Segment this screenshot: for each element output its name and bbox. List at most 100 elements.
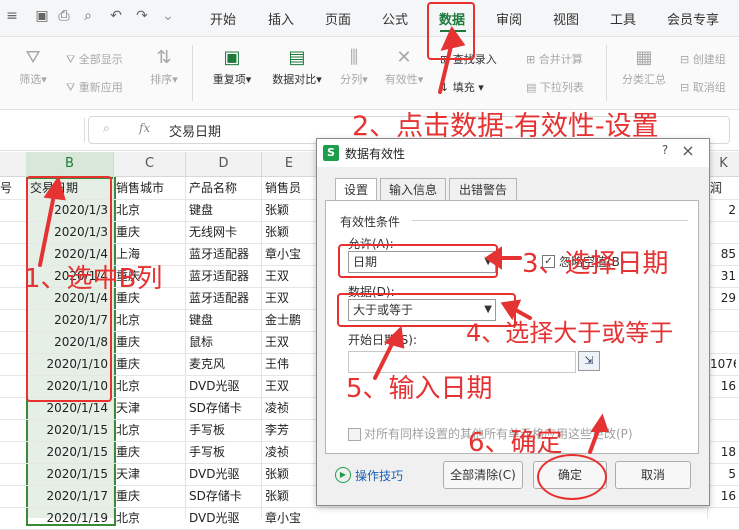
- cancel-button[interactable]: 取消: [615, 461, 691, 489]
- cell-k[interactable]: 29: [710, 287, 736, 309]
- cell-product[interactable]: 键盘: [189, 199, 261, 221]
- tab-insert[interactable]: 插入: [268, 9, 294, 28]
- cell-k[interactable]: 16: [710, 375, 736, 397]
- fx-icon[interactable]: fx: [139, 121, 150, 135]
- cell-seller[interactable]: 金士鹏: [265, 309, 315, 331]
- sort-button[interactable]: ⇅ 排序▾: [144, 47, 184, 87]
- cell-city[interactable]: 天津: [116, 397, 184, 419]
- preview-icon[interactable]: ⌕: [80, 8, 96, 24]
- tab-tools[interactable]: 工具: [610, 9, 636, 28]
- cell-a-header[interactable]: 号: [0, 177, 24, 199]
- dialog-titlebar[interactable]: S 数据有效性 ? ×: [317, 139, 709, 167]
- cell-seller[interactable]: 凌祯: [265, 441, 315, 463]
- ungroup-button[interactable]: ⊟ 取消组: [680, 79, 726, 95]
- print-icon[interactable]: ⎙: [56, 8, 72, 24]
- tab-member[interactable]: 会员专享: [667, 9, 719, 28]
- subtotal-button[interactable]: ▦ 分类汇总: [616, 47, 672, 87]
- cell-date[interactable]: 2020/1/17: [28, 485, 108, 507]
- fill-button[interactable]: ↓ 填充 ▾: [440, 79, 484, 95]
- cell-product[interactable]: 鼠标: [189, 331, 261, 353]
- zoom-icon[interactable]: ⌕: [103, 121, 110, 136]
- undo-icon[interactable]: ↶: [108, 8, 124, 24]
- cell-date[interactable]: 2020/1/15: [28, 463, 108, 485]
- column-header-b[interactable]: B: [26, 152, 114, 176]
- cell-product-header[interactable]: 产品名称: [189, 177, 261, 199]
- cell-product[interactable]: 蓝牙适配器: [189, 265, 261, 287]
- split-button[interactable]: ⫼ 分列▾: [334, 47, 374, 87]
- cell-date[interactable]: 2020/1/15: [28, 441, 108, 463]
- menu-icon[interactable]: ≡: [4, 8, 20, 24]
- cell-k[interactable]: 1076: [710, 353, 736, 375]
- tab-review[interactable]: 审阅: [496, 9, 522, 28]
- show-all-button[interactable]: ⛛ 全部显示: [66, 51, 123, 67]
- cell-seller-header[interactable]: 销售员: [265, 177, 315, 199]
- duplicates-button[interactable]: ▣ 重复项▾: [204, 47, 260, 87]
- cell-seller[interactable]: 章小宝: [265, 243, 315, 265]
- clear-all-button[interactable]: 全部清除(C): [443, 461, 523, 489]
- create-group-button[interactable]: ⊟ 创建组: [680, 51, 726, 67]
- compare-button[interactable]: ▤ 数据对比▾: [264, 47, 330, 87]
- reapply-button[interactable]: ⛛ 重新应用: [66, 79, 123, 95]
- cell-city[interactable]: 重庆: [116, 441, 184, 463]
- cell-city[interactable]: 北京: [116, 507, 184, 529]
- cell-seller[interactable]: 章小宝: [265, 507, 315, 529]
- cell-product[interactable]: 蓝牙适配器: [189, 243, 261, 265]
- cell-city[interactable]: 北京: [116, 419, 184, 441]
- apply-all-checkbox[interactable]: [348, 428, 361, 441]
- formula-content[interactable]: 交易日期: [169, 121, 221, 140]
- cell-product[interactable]: DVD光驱: [189, 463, 261, 485]
- cell-seller[interactable]: 张颖: [265, 485, 315, 507]
- cell-product[interactable]: SD存储卡: [189, 485, 261, 507]
- more-icon[interactable]: ⌄: [160, 8, 176, 24]
- tab-input-message[interactable]: 输入信息: [380, 178, 446, 202]
- column-header-d[interactable]: D: [186, 152, 262, 176]
- cell-city[interactable]: 天津: [116, 463, 184, 485]
- cell-product[interactable]: 键盘: [189, 309, 261, 331]
- cell-city[interactable]: 重庆: [116, 353, 184, 375]
- cell-date[interactable]: 2020/1/15: [28, 419, 108, 441]
- column-header-a[interactable]: [0, 152, 27, 176]
- tab-error-alert[interactable]: 出错警告: [449, 178, 517, 202]
- cell-k[interactable]: [710, 419, 736, 441]
- cell-city[interactable]: 重庆: [116, 221, 184, 243]
- tab-formula[interactable]: 公式: [382, 9, 408, 28]
- cell-seller[interactable]: 张颖: [265, 463, 315, 485]
- tips-link[interactable]: 操作技巧: [355, 467, 403, 484]
- tab-view[interactable]: 视图: [553, 9, 579, 28]
- cell-k[interactable]: 16: [710, 485, 736, 507]
- cell-k[interactable]: [710, 507, 736, 529]
- cell-city[interactable]: 重庆: [116, 485, 184, 507]
- cell-product[interactable]: 麦克风: [189, 353, 261, 375]
- cell-product[interactable]: 手写板: [189, 419, 261, 441]
- cell-product[interactable]: DVD光驱: [189, 375, 261, 397]
- cell-k-header[interactable]: 润: [710, 177, 738, 199]
- cell-city[interactable]: 重庆: [116, 331, 184, 353]
- cell-date[interactable]: 2020/1/19: [28, 507, 108, 529]
- cell-city[interactable]: 北京: [116, 309, 184, 331]
- close-icon[interactable]: ×: [679, 141, 697, 161]
- cell-k[interactable]: 18: [710, 441, 736, 463]
- column-header-c[interactable]: C: [114, 152, 186, 176]
- cell-k[interactable]: [710, 397, 736, 419]
- tab-home[interactable]: 开始: [210, 9, 236, 28]
- cell-product[interactable]: 无线网卡: [189, 221, 261, 243]
- cell-product[interactable]: 蓝牙适配器: [189, 287, 261, 309]
- range-picker-icon[interactable]: ⇲: [578, 351, 600, 371]
- save-icon[interactable]: ▣: [34, 8, 50, 24]
- cell-seller[interactable]: 李芳: [265, 419, 315, 441]
- cell-k[interactable]: [710, 331, 736, 353]
- name-box[interactable]: [0, 118, 85, 142]
- column-header-k[interactable]: K: [708, 152, 739, 176]
- cell-k[interactable]: [710, 309, 736, 331]
- dropdown-list-button[interactable]: ▤ 下拉列表: [526, 79, 584, 95]
- cell-seller[interactable]: 王双: [265, 265, 315, 287]
- cell-city[interactable]: 北京: [116, 375, 184, 397]
- cell-product[interactable]: SD存储卡: [189, 397, 261, 419]
- cell-k[interactable]: 5: [710, 463, 736, 485]
- cell-product[interactable]: 手写板: [189, 441, 261, 463]
- cell-seller[interactable]: 王双: [265, 375, 315, 397]
- cell-seller[interactable]: 张颖: [265, 221, 315, 243]
- redo-icon[interactable]: ↷: [134, 8, 150, 24]
- cell-product[interactable]: DVD光驱: [189, 507, 261, 529]
- help-icon[interactable]: ?: [657, 143, 673, 161]
